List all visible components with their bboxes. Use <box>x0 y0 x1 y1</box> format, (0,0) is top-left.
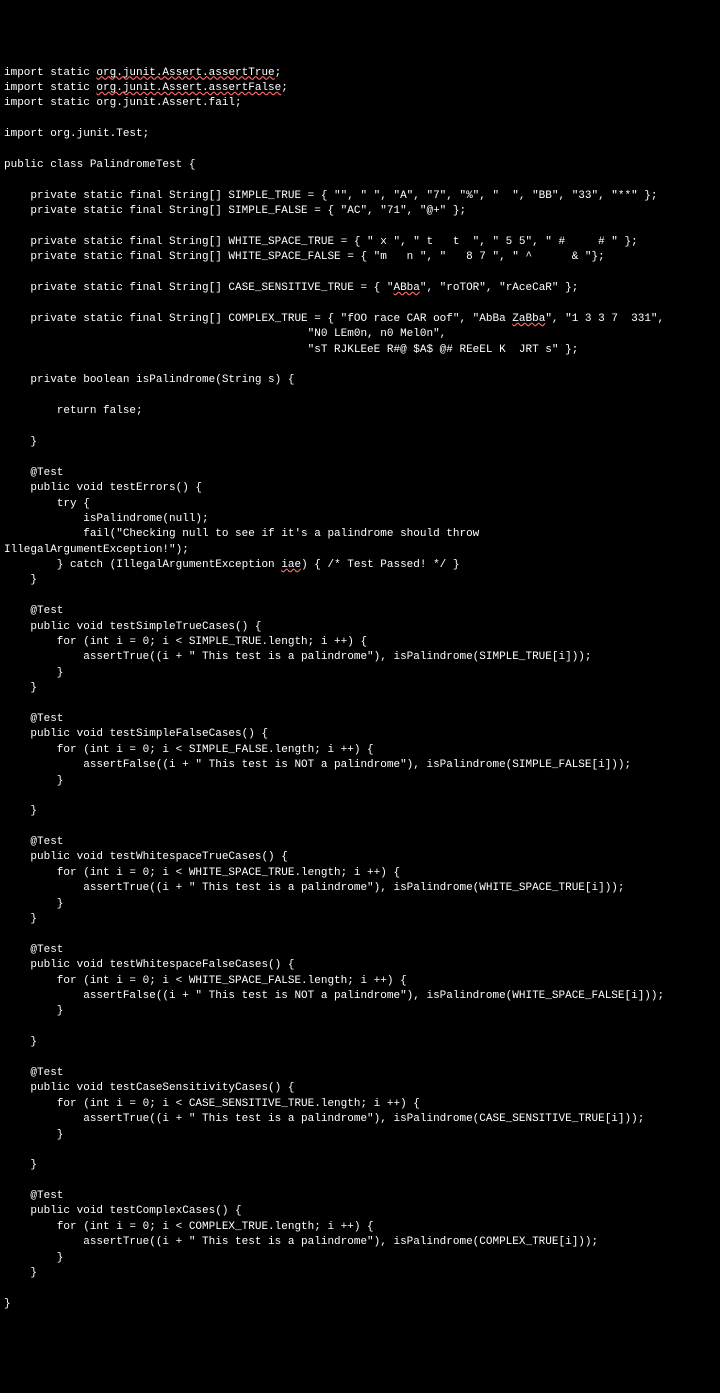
code-line: isPalindrome(null); <box>4 512 716 527</box>
code-line: } <box>4 666 716 681</box>
code-line: assertTrue((i + " This test is a palindr… <box>4 1112 716 1127</box>
code-line: public class PalindromeTest { <box>4 158 716 173</box>
code-line: import static org.junit.Assert.assertFal… <box>4 81 716 96</box>
code-line <box>4 1143 716 1158</box>
code-line <box>4 173 716 188</box>
code-line: private static final String[] SIMPLE_FAL… <box>4 204 716 219</box>
code-line: public void testWhitespaceFalseCases() { <box>4 958 716 973</box>
code-line: private boolean isPalindrome(String s) { <box>4 373 716 388</box>
code-line: } <box>4 681 716 696</box>
code-line: @Test <box>4 466 716 481</box>
code-line: } <box>4 435 716 450</box>
code-line: public void testCaseSensitivityCases() { <box>4 1081 716 1096</box>
code-line <box>4 1281 716 1296</box>
code-line: @Test <box>4 1066 716 1081</box>
code-line: for (int i = 0; i < COMPLEX_TRUE.length;… <box>4 1220 716 1235</box>
code-line: for (int i = 0; i < SIMPLE_TRUE.length; … <box>4 635 716 650</box>
code-line: } <box>4 912 716 927</box>
code-line: } <box>4 573 716 588</box>
code-line: } <box>4 1251 716 1266</box>
code-line: assertTrue((i + " This test is a palindr… <box>4 650 716 665</box>
code-line: assertTrue((i + " This test is a palindr… <box>4 1235 716 1250</box>
code-line: public void testWhitespaceTrueCases() { <box>4 850 716 865</box>
code-line: import static org.junit.Assert.fail; <box>4 96 716 111</box>
code-line: @Test <box>4 943 716 958</box>
spellcheck-underline: org.junit.Assert.assertFalse <box>96 82 281 94</box>
code-line: } <box>4 1004 716 1019</box>
code-line: public void testComplexCases() { <box>4 1204 716 1219</box>
code-line: private static final String[] CASE_SENSI… <box>4 281 716 296</box>
code-line: @Test <box>4 604 716 619</box>
code-line: assertFalse((i + " This test is NOT a pa… <box>4 758 716 773</box>
code-line: @Test <box>4 712 716 727</box>
code-line: } <box>4 1128 716 1143</box>
code-line <box>4 927 716 942</box>
code-line: } <box>4 1158 716 1173</box>
code-line: fail("Checking null to see if it's a pal… <box>4 527 716 542</box>
code-line: private static final String[] SIMPLE_TRU… <box>4 189 716 204</box>
code-line <box>4 789 716 804</box>
spellcheck-underline: iae <box>281 559 301 571</box>
code-line <box>4 1174 716 1189</box>
code-line <box>4 112 716 127</box>
code-line: assertTrue((i + " This test is a palindr… <box>4 881 716 896</box>
code-line <box>4 266 716 281</box>
code-line <box>4 1020 716 1035</box>
code-line: @Test <box>4 1189 716 1204</box>
code-line <box>4 143 716 158</box>
code-line: import static org.junit.Assert.assertTru… <box>4 66 716 81</box>
code-line: for (int i = 0; i < WHITE_SPACE_TRUE.len… <box>4 866 716 881</box>
code-line: for (int i = 0; i < CASE_SENSITIVE_TRUE.… <box>4 1097 716 1112</box>
code-line: } <box>4 1266 716 1281</box>
code-line: import org.junit.Test; <box>4 127 716 142</box>
code-line <box>4 697 716 712</box>
code-line: @Test <box>4 835 716 850</box>
code-line: assertFalse((i + " This test is NOT a pa… <box>4 989 716 1004</box>
code-line: private static final String[] COMPLEX_TR… <box>4 312 716 327</box>
code-line: for (int i = 0; i < WHITE_SPACE_FALSE.le… <box>4 974 716 989</box>
code-line <box>4 820 716 835</box>
code-line: private static final String[] WHITE_SPAC… <box>4 235 716 250</box>
code-line <box>4 589 716 604</box>
code-line <box>4 389 716 404</box>
code-line <box>4 450 716 465</box>
code-line: public void testSimpleFalseCases() { <box>4 727 716 742</box>
code-line: "sT RJKLEeE R#@ $A$ @# REeEL K JRT s" }; <box>4 343 716 358</box>
code-line: public void testSimpleTrueCases() { <box>4 620 716 635</box>
spellcheck-underline: org.junit.Assert.assertTrue <box>96 67 274 79</box>
code-line <box>4 358 716 373</box>
code-line: for (int i = 0; i < SIMPLE_FALSE.length;… <box>4 743 716 758</box>
code-line: } <box>4 897 716 912</box>
code-line <box>4 219 716 234</box>
code-line: } <box>4 1297 716 1312</box>
code-line: "N0 LEm0n, n0 Mel0n", <box>4 327 716 342</box>
code-line: public void testErrors() { <box>4 481 716 496</box>
code-line <box>4 420 716 435</box>
code-line: return false; <box>4 404 716 419</box>
spellcheck-underline: ZaBba <box>512 313 545 325</box>
code-line: try { <box>4 497 716 512</box>
code-line <box>4 1051 716 1066</box>
code-line: } catch (IllegalArgumentException iae) {… <box>4 558 716 573</box>
code-line: private static final String[] WHITE_SPAC… <box>4 250 716 265</box>
code-line <box>4 296 716 311</box>
code-line: } <box>4 1035 716 1050</box>
code-line: } <box>4 804 716 819</box>
code-line: IllegalArgumentException!"); <box>4 543 716 558</box>
code-line: } <box>4 774 716 789</box>
code-editor-content: import static org.junit.Assert.assertTru… <box>4 66 716 1313</box>
spellcheck-underline: ABba <box>393 282 419 294</box>
